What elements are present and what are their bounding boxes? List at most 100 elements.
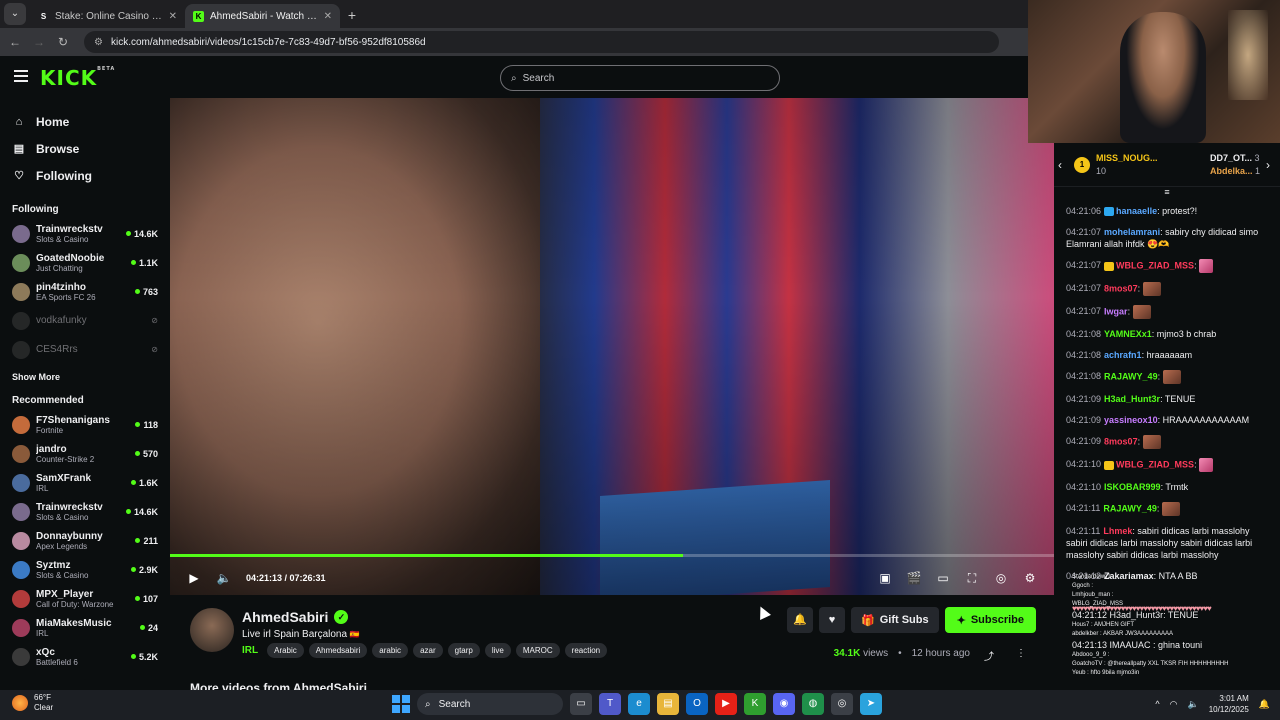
channel-category: Fortnite — [36, 425, 64, 435]
windows-start-icon[interactable] — [392, 695, 410, 713]
settings-icon[interactable]: ⚙ — [1022, 571, 1038, 586]
chat-username[interactable]: yassineox10 — [1104, 415, 1158, 425]
teams-icon[interactable]: T — [599, 693, 621, 715]
url-field[interactable]: ⚙ kick.com/ahmedsabiri/videos/1c15cb7e-7… — [84, 31, 999, 53]
top-gifter[interactable]: MISS_NOUG... 10 — [1096, 152, 1158, 178]
theater-mode-icon[interactable]: ▭ — [935, 571, 951, 586]
sidebar-channel[interactable]: GoatedNoobie Just Chatting 1.1K — [0, 248, 170, 277]
edge-icon[interactable]: e — [628, 693, 650, 715]
subscribe-button[interactable]: ✦ Subscribe — [944, 607, 1036, 633]
gift-subs-button[interactable]: 🎁 Gift Subs — [851, 607, 939, 633]
more-options-icon[interactable]: ⋮ — [1016, 648, 1026, 663]
video-player[interactable]: ▶ 🔈 04:21:13 / 07:26:31 ▣ 🎬 ▭ ⛶ ◎ ⚙ — [170, 98, 1054, 595]
kick-logo[interactable]: KICKBETA — [40, 66, 115, 90]
tag[interactable]: reaction — [564, 643, 608, 658]
chat-username[interactable]: 8mos07 — [1104, 436, 1138, 446]
site-info-icon[interactable]: ⚙ — [94, 37, 103, 48]
kick-app-icon[interactable]: K — [744, 693, 766, 715]
progress-bar[interactable] — [170, 554, 1054, 557]
tag[interactable]: live — [484, 643, 511, 658]
top-gifter[interactable]: DD7_OT... 3 Abdelka... 1 — [1210, 152, 1260, 178]
sidebar-channel[interactable]: vodkafunky ⊘ — [0, 306, 170, 335]
tag[interactable]: gtarp — [447, 643, 480, 658]
file-explorer-icon[interactable]: ▤ — [657, 693, 679, 715]
chat-username[interactable]: Zakariamax — [1104, 571, 1154, 581]
notification-bell-button[interactable]: 🔔 — [787, 607, 813, 633]
chat-username[interactable]: YAMNEXx1 — [1104, 329, 1152, 339]
outlook-icon[interactable]: O — [686, 693, 708, 715]
chat-username[interactable]: Lhmek — [1103, 526, 1132, 536]
forward-icon[interactable]: → — [32, 35, 46, 49]
chat-username[interactable]: Iwgar — [1104, 306, 1128, 316]
tag[interactable]: arabic — [372, 643, 409, 658]
pinned-toggle-icon[interactable]: ≡ — [1054, 187, 1280, 201]
discord-icon[interactable]: ◉ — [773, 693, 795, 715]
show-more-button[interactable]: Show More — [0, 366, 170, 388]
chat-username[interactable]: achrafn1 — [1104, 350, 1142, 360]
sidebar-channel[interactable]: pin4tzinho EA Sports FC 26 763 — [0, 277, 170, 306]
sidebar-channel[interactable]: MPX_Player Call of Duty: Warzone 107 — [0, 584, 170, 613]
chat-username[interactable]: RAJAWY_49 — [1103, 503, 1157, 513]
menu-icon[interactable] — [14, 70, 28, 82]
tab-stake[interactable]: S Stake: Online Casino & Sports B ✕ — [30, 4, 185, 28]
chevron-up-icon[interactable]: ^ — [1155, 699, 1159, 709]
chat-username[interactable]: WBLG_ZIAD_MSS — [1116, 260, 1194, 270]
chat-username[interactable]: RAJAWY_49 — [1104, 371, 1158, 381]
clock[interactable]: 3:01 AM 10/12/2025 — [1209, 693, 1249, 715]
category-link[interactable]: IRL — [242, 645, 258, 656]
wifi-icon[interactable]: ◠ — [1170, 699, 1178, 710]
sidebar-channel[interactable]: MiaMakesMusic IRL 24 — [0, 613, 170, 642]
speaker-icon[interactable]: 🔈 — [1188, 699, 1199, 710]
tab-ahmedsabiri[interactable]: K AhmedSabiri - Watch the VOD ✕ — [185, 4, 340, 28]
youtube-icon[interactable]: ▶ — [715, 693, 737, 715]
sidebar-channel[interactable]: xQc Battlefield 6 5.2K — [0, 642, 170, 671]
chrome-icon[interactable]: ◍ — [802, 693, 824, 715]
task-view-icon[interactable]: ▭ — [570, 693, 592, 715]
close-tab-icon[interactable]: ✕ — [169, 11, 177, 22]
tab-search-button[interactable]: ⌄ — [4, 3, 26, 25]
sidebar-channel[interactable]: Trainwreckstv Slots & Casino 14.6K — [0, 497, 170, 526]
close-tab-icon[interactable]: ✕ — [324, 11, 332, 22]
sidebar-channel[interactable]: Syztmz Slots & Casino 2.9K — [0, 555, 170, 584]
sidebar-channel[interactable]: jandro Counter-Strike 2 570 — [0, 439, 170, 468]
tag[interactable]: MAROC — [515, 643, 560, 658]
chevron-left-icon[interactable]: ‹ — [1058, 158, 1068, 172]
chat-username[interactable]: mohelamrani — [1104, 227, 1160, 237]
telegram-icon[interactable]: ➤ — [860, 693, 882, 715]
nav-browse[interactable]: ▤ Browse — [12, 135, 170, 162]
sidebar-channel[interactable]: Donnaybunny Apex Legends 211 — [0, 526, 170, 555]
notification-icon[interactable]: 🔔 — [1259, 699, 1270, 710]
tag[interactable]: azar — [413, 643, 443, 658]
search-input[interactable]: ⌕ Search — [500, 65, 780, 91]
chevron-right-icon[interactable]: › — [1266, 158, 1276, 172]
chat-username[interactable]: WBLG_ZIAD_MSS — [1116, 459, 1194, 469]
weather-widget[interactable]: 66°F Clear — [12, 693, 53, 713]
reload-icon[interactable]: ↻ — [56, 35, 70, 49]
follow-button[interactable]: ♥ — [819, 607, 845, 633]
sidebar-channel[interactable]: SamXFrank IRL 1.6K — [0, 468, 170, 497]
nav-home[interactable]: ⌂ Home — [12, 108, 170, 135]
chat-username[interactable]: ISKOBAR999 — [1104, 482, 1161, 492]
tag[interactable]: Arabic — [267, 643, 304, 658]
chat-username[interactable]: 8mos07 — [1104, 283, 1138, 293]
sidebar-channel[interactable]: CES4Rrs ⊘ — [0, 335, 170, 364]
taskbar-search[interactable]: ⌕ Search — [417, 693, 563, 715]
share-icon[interactable]: ⤴ — [984, 648, 994, 663]
miniplayer-icon[interactable]: ▣ — [877, 571, 893, 586]
streamer-name[interactable]: AhmedSabiri — [242, 609, 328, 625]
obs-icon[interactable]: ◎ — [831, 693, 853, 715]
chat-username[interactable]: H3ad_Hunt3r — [1104, 394, 1160, 404]
clip-icon[interactable]: 🎬 — [906, 571, 922, 586]
volume-icon[interactable]: 🔈 — [216, 571, 232, 585]
play-icon[interactable]: ▶ — [186, 571, 202, 585]
new-tab-button[interactable]: + — [340, 4, 364, 28]
back-icon[interactable]: ← — [8, 35, 22, 49]
chat-username[interactable]: hanaaelle — [1116, 206, 1157, 216]
speed-icon[interactable]: ◎ — [993, 571, 1009, 586]
fullscreen-icon[interactable]: ⛶ — [964, 571, 980, 586]
sidebar-channel[interactable]: F7Shenanigans Fortnite 118 — [0, 410, 170, 439]
tag[interactable]: Ahmedsabiri — [308, 643, 368, 658]
nav-following[interactable]: ♡ Following — [12, 162, 170, 189]
sidebar-channel[interactable]: Trainwreckstv Slots & Casino 14.6K — [0, 219, 170, 248]
streamer-avatar[interactable] — [190, 608, 234, 652]
